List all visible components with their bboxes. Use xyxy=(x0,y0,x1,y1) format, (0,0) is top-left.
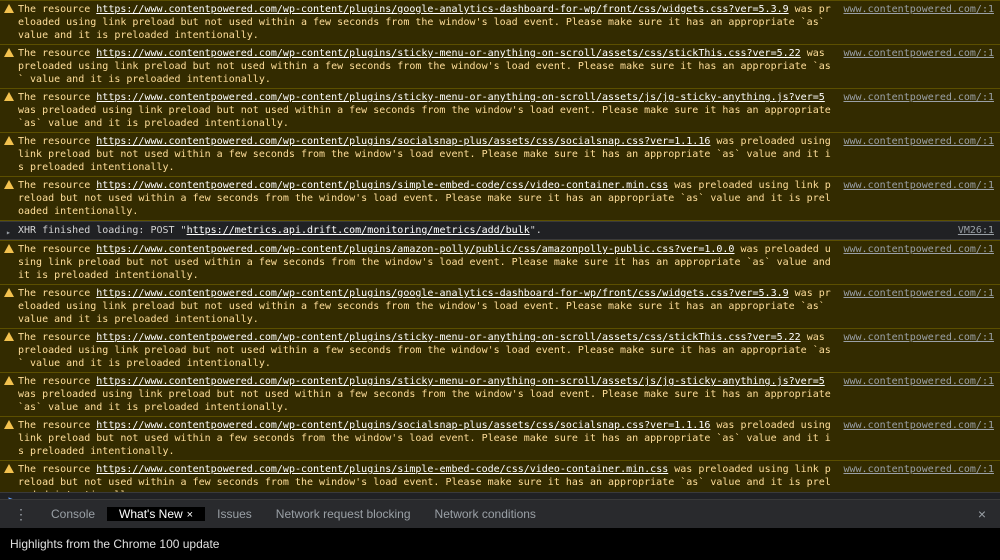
source-link[interactable]: www.contentpowered.com/:1 xyxy=(843,243,994,256)
warning-triangle-icon xyxy=(4,244,14,253)
source-link[interactable]: www.contentpowered.com/:1 xyxy=(843,419,994,432)
expand-arrow-icon[interactable]: ▸ xyxy=(6,226,11,239)
drawer-tab-network-conditions[interactable]: Network conditions xyxy=(423,507,548,521)
console-warning-row[interactable]: The resource https://www.contentpowered.… xyxy=(0,177,1000,221)
resource-url[interactable]: https://www.contentpowered.com/wp-conten… xyxy=(96,288,788,299)
warning-triangle-icon xyxy=(4,420,14,429)
console-warning-row[interactable]: The resource https://www.contentpowered.… xyxy=(0,285,1000,329)
warning-message: The resource https://www.contentpowered.… xyxy=(18,419,843,458)
resource-url[interactable]: https://www.contentpowered.com/wp-conten… xyxy=(96,136,710,147)
source-link[interactable]: www.contentpowered.com/:1 xyxy=(843,47,994,60)
xhr-url[interactable]: https://metrics.api.drift.com/monitoring… xyxy=(187,225,530,236)
console-warning-row[interactable]: The resource https://www.contentpowered.… xyxy=(0,329,1000,373)
source-link[interactable]: www.contentpowered.com/:1 xyxy=(843,375,994,388)
source-link[interactable]: www.contentpowered.com/:1 xyxy=(843,91,994,104)
warning-message: The resource https://www.contentpowered.… xyxy=(18,243,843,282)
warning-message: The resource https://www.contentpowered.… xyxy=(18,91,843,130)
warning-message: The resource https://www.contentpowered.… xyxy=(18,135,843,174)
xhr-message: XHR finished loading: POST "https://metr… xyxy=(18,224,958,237)
vm-source-link[interactable]: VM26:1 xyxy=(958,224,994,237)
console-warning-row[interactable]: The resource https://www.contentpowered.… xyxy=(0,417,1000,461)
warning-message: The resource https://www.contentpowered.… xyxy=(18,463,843,492)
warning-triangle-icon xyxy=(4,136,14,145)
drawer-tab-console[interactable]: Console xyxy=(39,507,107,521)
console-info-row[interactable]: ▸ XHR finished loading: POST "https://met… xyxy=(0,221,1000,240)
warning-triangle-icon xyxy=(4,92,14,101)
resource-url[interactable]: https://www.contentpowered.com/wp-conten… xyxy=(96,180,668,191)
drawer-panel: ⋮ ConsoleWhat's New×IssuesNetwork reques… xyxy=(0,499,1000,560)
resource-url[interactable]: https://www.contentpowered.com/wp-conten… xyxy=(96,376,824,387)
console-warning-row[interactable]: The resource https://www.contentpowered.… xyxy=(0,45,1000,89)
console-warning-row[interactable]: The resource https://www.contentpowered.… xyxy=(0,0,1000,45)
warning-message: The resource https://www.contentpowered.… xyxy=(18,375,843,414)
whats-new-headline: Highlights from the Chrome 100 update xyxy=(0,528,1000,560)
source-link[interactable]: www.contentpowered.com/:1 xyxy=(843,135,994,148)
tab-close-icon[interactable]: × xyxy=(187,509,193,521)
resource-url[interactable]: https://www.contentpowered.com/wp-conten… xyxy=(96,48,800,59)
source-link[interactable]: www.contentpowered.com/:1 xyxy=(843,287,994,300)
resource-url[interactable]: https://www.contentpowered.com/wp-conten… xyxy=(96,464,668,475)
drawer-close-icon[interactable]: × xyxy=(968,506,996,522)
console-warning-row[interactable]: The resource https://www.contentpowered.… xyxy=(0,89,1000,133)
warning-triangle-icon xyxy=(4,376,14,385)
resource-url[interactable]: https://www.contentpowered.com/wp-conten… xyxy=(96,92,824,103)
warning-triangle-icon xyxy=(4,4,14,13)
warning-triangle-icon xyxy=(4,332,14,341)
warning-triangle-icon xyxy=(4,48,14,57)
console-log-panel[interactable]: The resource https://www.contentpowered.… xyxy=(0,0,1000,492)
drawer-tab-network-request-blocking[interactable]: Network request blocking xyxy=(264,507,423,521)
source-link[interactable]: www.contentpowered.com/:1 xyxy=(843,179,994,192)
drawer-tab-issues[interactable]: Issues xyxy=(205,507,264,521)
source-link[interactable]: www.contentpowered.com/:1 xyxy=(843,3,994,16)
warning-message: The resource https://www.contentpowered.… xyxy=(18,287,843,326)
resource-url[interactable]: https://www.contentpowered.com/wp-conten… xyxy=(96,244,734,255)
console-warning-row[interactable]: The resource https://www.contentpowered.… xyxy=(0,461,1000,492)
console-warning-row[interactable]: The resource https://www.contentpowered.… xyxy=(0,133,1000,177)
resource-url[interactable]: https://www.contentpowered.com/wp-conten… xyxy=(96,420,710,431)
warning-triangle-icon xyxy=(4,288,14,297)
warning-message: The resource https://www.contentpowered.… xyxy=(18,3,843,42)
warning-triangle-icon xyxy=(4,180,14,189)
console-warning-row[interactable]: The resource https://www.contentpowered.… xyxy=(0,373,1000,417)
warning-triangle-icon xyxy=(4,464,14,473)
more-tabs-icon[interactable]: ⋮ xyxy=(4,506,39,523)
drawer-tabs: ⋮ ConsoleWhat's New×IssuesNetwork reques… xyxy=(0,500,1000,528)
drawer-tab-what-s-new[interactable]: What's New× xyxy=(107,507,205,521)
warning-message: The resource https://www.contentpowered.… xyxy=(18,331,843,370)
source-link[interactable]: www.contentpowered.com/:1 xyxy=(843,331,994,344)
resource-url[interactable]: https://www.contentpowered.com/wp-conten… xyxy=(96,332,800,343)
warning-message: The resource https://www.contentpowered.… xyxy=(18,47,843,86)
resource-url[interactable]: https://www.contentpowered.com/wp-conten… xyxy=(96,4,788,15)
console-warning-row[interactable]: The resource https://www.contentpowered.… xyxy=(0,240,1000,285)
warning-message: The resource https://www.contentpowered.… xyxy=(18,179,843,218)
source-link[interactable]: www.contentpowered.com/:1 xyxy=(843,463,994,476)
